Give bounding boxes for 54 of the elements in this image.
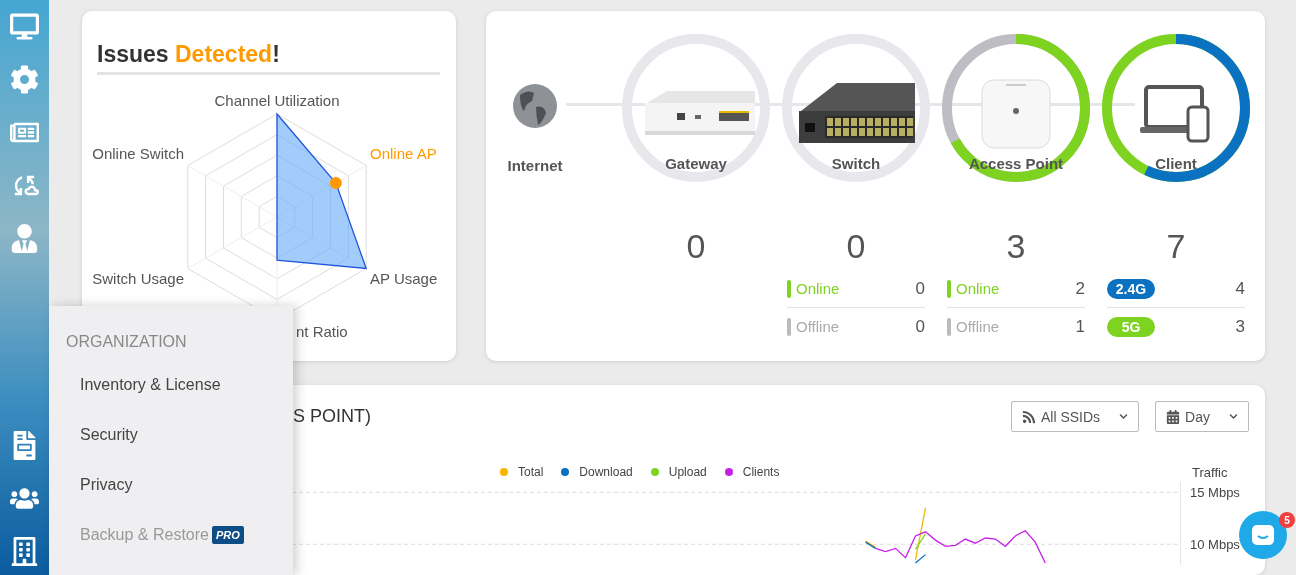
axis-label: Online AP [370, 144, 437, 162]
node-label: Internet [507, 157, 563, 174]
calendar-icon [1166, 409, 1181, 424]
card-title: Issues Detected! [97, 41, 440, 75]
menu-item[interactable]: Privacy [49, 460, 293, 510]
band-tag: 5G [1107, 316, 1155, 337]
status-label: Offline [787, 317, 840, 336]
chevron-icon [1119, 412, 1129, 421]
monitor-icon[interactable] [10, 12, 39, 41]
ssid-dropdown[interactable]: All SSIDs [1010, 401, 1140, 432]
status-label: Online [947, 279, 1000, 298]
settings-icon[interactable] [10, 65, 39, 94]
menu-item[interactable]: Security [49, 410, 293, 460]
device-count: 7 [1166, 226, 1186, 266]
stat-value: 3 [1235, 316, 1245, 337]
node-label: Switch [831, 155, 881, 172]
card-title: S POINT) [293, 406, 371, 427]
axis-label: Switch Usage [92, 269, 184, 287]
legend-item: Clients [724, 465, 780, 479]
band-tag: 2.4G [1107, 278, 1155, 299]
stat-value: 1 [1075, 316, 1085, 337]
axis-title: Traffic [1191, 464, 1229, 480]
pro-badge: PRO [211, 526, 244, 544]
stat-value: 0 [915, 278, 925, 299]
node-label: Client [1155, 155, 1197, 172]
axis-tick-label: 10 Mbps [1190, 536, 1240, 552]
device-count: 3 [1006, 226, 1026, 266]
stat-value: 2 [1075, 278, 1085, 299]
stat-value: 0 [915, 316, 925, 337]
rss-icon [1021, 409, 1036, 424]
axis-tick-label: 15 Mbps [1190, 484, 1240, 500]
menu-item[interactable]: Inventory & License [49, 360, 293, 410]
legend-item: Upload [650, 465, 707, 479]
axis-label: Channel Utilization [214, 91, 340, 109]
menu-heading: ORGANIZATION [65, 333, 188, 351]
stat-value: 4 [1235, 278, 1245, 299]
globe-icon [512, 83, 558, 129]
chevron-icon [1229, 412, 1238, 421]
period-dropdown[interactable]: Day [1155, 401, 1249, 432]
building-icon[interactable] [10, 537, 39, 566]
status-label: Offline [947, 317, 1000, 336]
user-tie-icon[interactable] [10, 224, 39, 253]
legend-item: Total [500, 465, 544, 479]
laptop-phone-icon [1140, 85, 1212, 143]
device-count: 0 [686, 226, 706, 266]
axis-label: nt Ratio [296, 322, 348, 340]
axis-label: AP Usage [370, 269, 438, 287]
node-label: Gateway [665, 155, 727, 172]
device-count: 0 [846, 226, 866, 266]
axis-label: Online Switch [92, 144, 184, 162]
status-label: Online [787, 279, 840, 298]
chat-icon [1251, 524, 1275, 546]
notification-badge: 5 [1279, 512, 1295, 528]
legend-item: Download [561, 465, 633, 479]
